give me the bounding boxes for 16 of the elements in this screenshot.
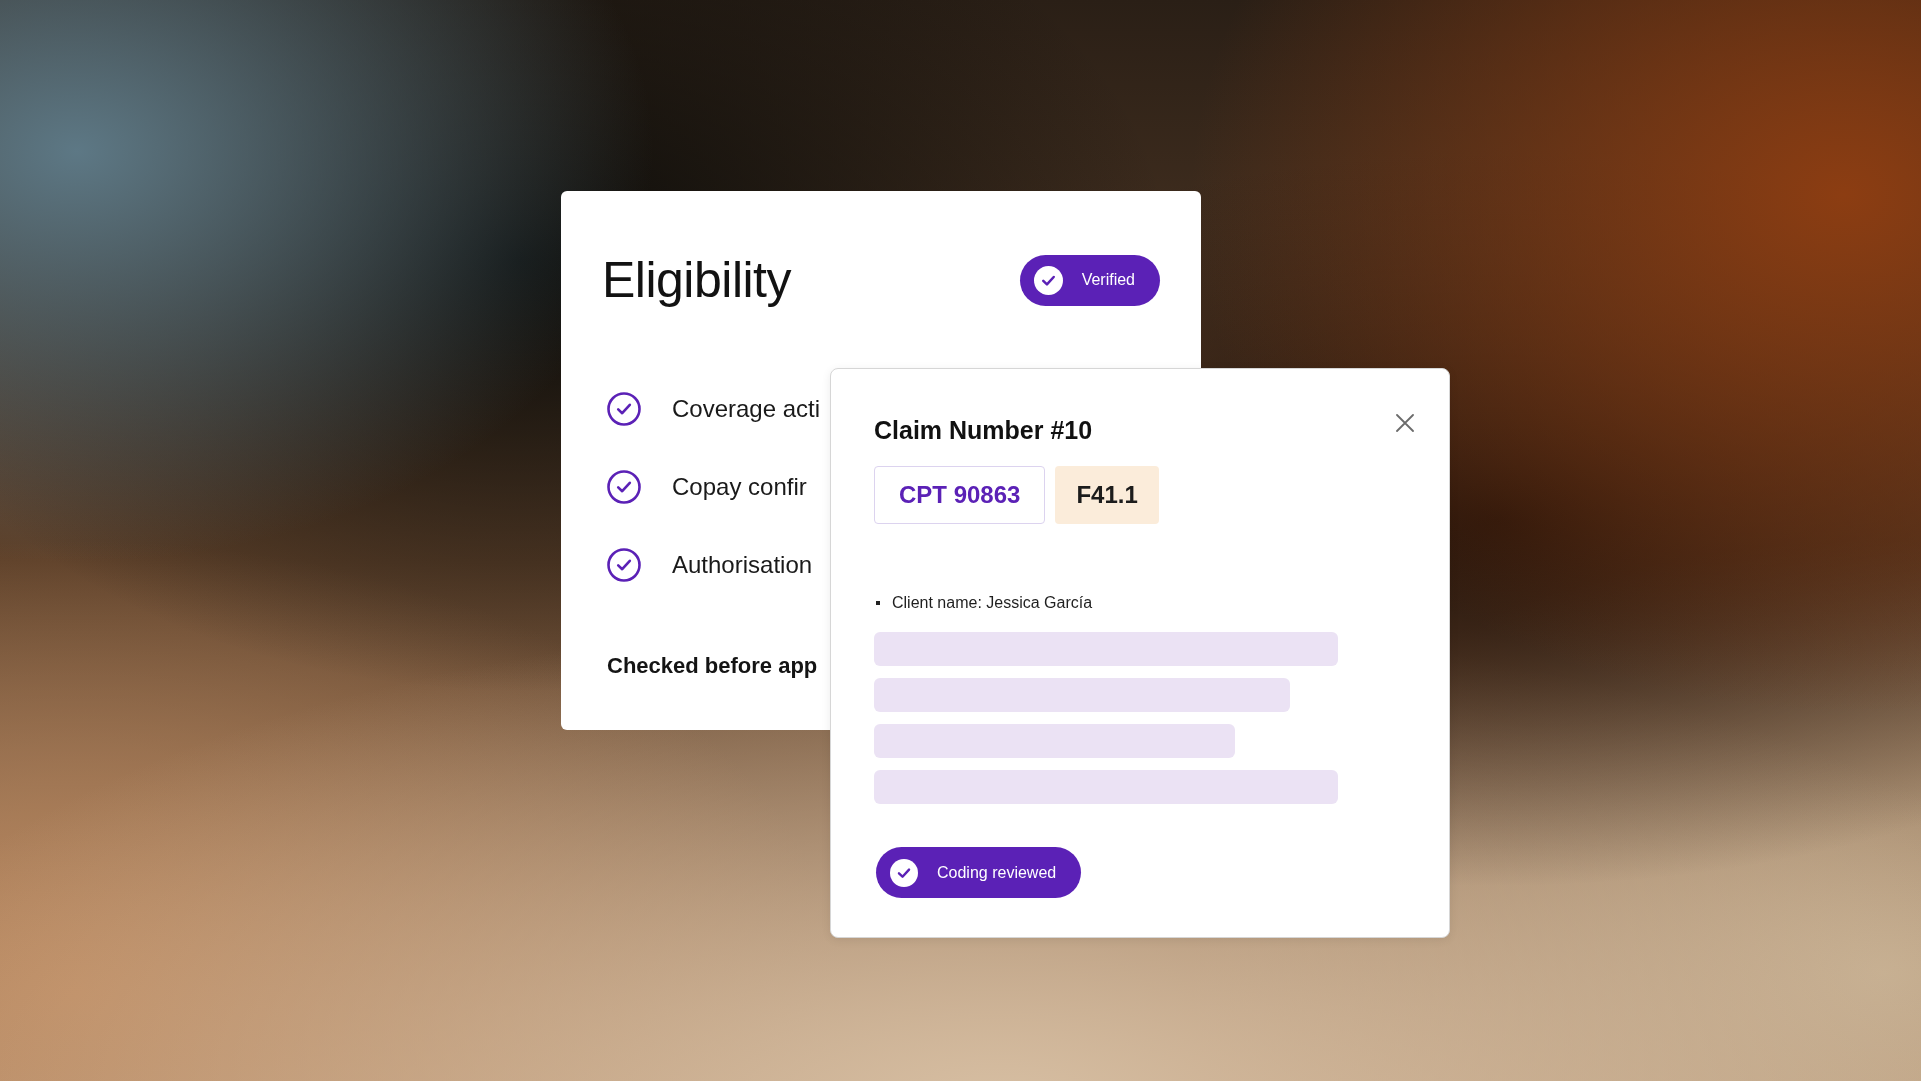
status-text: Coding reviewed xyxy=(937,862,1057,883)
check-circle-icon xyxy=(1033,265,1063,295)
footer-text: Checked before app xyxy=(607,652,818,680)
diagnosis-code-tag: F41.1 xyxy=(1055,466,1159,524)
procedure-code-tag: CPT 90863 xyxy=(874,466,1046,524)
checklist-text: Copay confir xyxy=(672,472,807,502)
detail-text: Client name: Jessica García xyxy=(892,593,1093,613)
close-icon xyxy=(1396,414,1414,432)
bullet-icon xyxy=(876,601,880,605)
close-button[interactable] xyxy=(1396,414,1414,432)
checklist-text: Authorisation xyxy=(672,550,813,580)
card-title: Eligibility xyxy=(602,251,791,310)
status-text: Verified xyxy=(1081,270,1135,290)
claim-title: Claim Number #10 xyxy=(874,415,1093,446)
check-circle-icon xyxy=(890,858,918,887)
checklist-text: Coverage acti xyxy=(672,394,821,424)
